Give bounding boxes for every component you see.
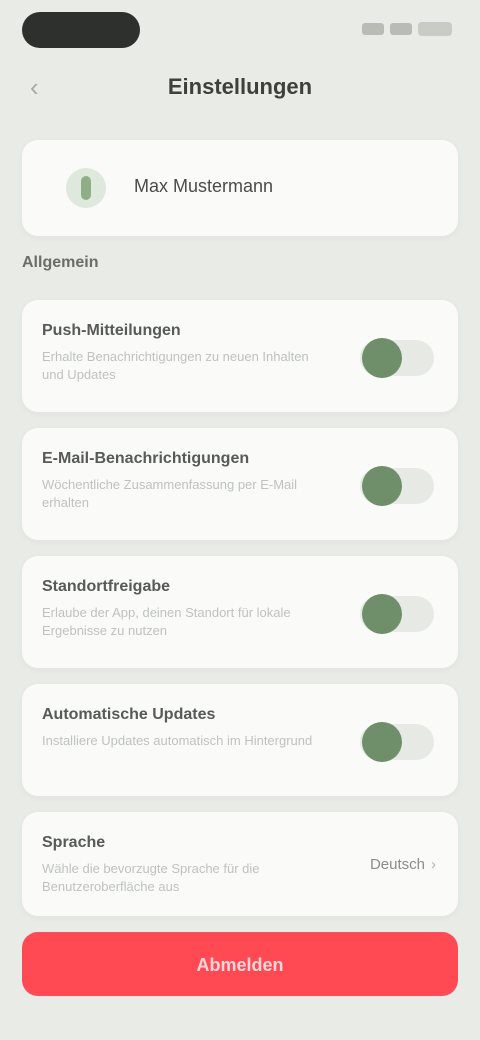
user-card[interactable]: Max Mustermann xyxy=(22,140,458,236)
setting-description: Wöchentliche Zusammenfassung per E-Mail … xyxy=(42,477,298,510)
language-select[interactable]: Deutsch › xyxy=(370,856,436,873)
setting-description: Wähle die bevorzugte Sprache für die Ben… xyxy=(42,861,260,894)
setting-description: Installiere Updates automatisch im Hinte… xyxy=(42,733,313,748)
toggle-knob xyxy=(362,722,402,762)
battery-icon xyxy=(418,22,452,36)
chevron-down-icon: › xyxy=(431,856,436,873)
dynamic-island xyxy=(22,12,140,48)
toggle-knob xyxy=(362,338,402,378)
setting-title: Sprache xyxy=(42,834,106,851)
toggle-knob xyxy=(362,594,402,634)
logout-button[interactable]: Abmelden xyxy=(22,932,458,996)
setting-title: E-Mail-Benachrichtigungen xyxy=(42,450,250,467)
status-bar xyxy=(0,0,480,60)
user-icon xyxy=(66,168,106,208)
updates-toggle[interactable] xyxy=(360,722,434,762)
setting-title: Push-Mitteilungen xyxy=(42,322,181,339)
wifi-icon xyxy=(390,23,412,35)
page-title: Einstellungen xyxy=(167,74,313,99)
setting-updates: Automatische Updates Installiere Updates… xyxy=(22,684,458,796)
push-toggle[interactable] xyxy=(360,338,434,378)
navigation-bar: ‹ Einstellungen xyxy=(0,60,480,116)
location-toggle[interactable] xyxy=(360,594,434,634)
language-value: Deutsch xyxy=(369,856,425,873)
setting-push: Push-Mitteilungen Erhalte Benachrichtigu… xyxy=(22,300,458,412)
setting-email: E-Mail-Benachrichtigungen Wöchentliche Z… xyxy=(22,428,458,540)
setting-location: Standortfreigabe Erlaube der App, deinen… xyxy=(22,556,458,668)
setting-language[interactable]: Sprache Wähle die bevorzugte Sprache für… xyxy=(22,812,458,916)
setting-title: Automatische Updates xyxy=(42,706,216,723)
email-toggle[interactable] xyxy=(360,466,434,506)
setting-description: Erlaube der App, deinen Standort für lok… xyxy=(42,605,291,638)
toggle-knob xyxy=(362,466,402,506)
setting-title: Standortfreigabe xyxy=(42,578,171,595)
signal-icon xyxy=(362,23,384,35)
section-label: Allgemein xyxy=(22,254,99,271)
setting-description: Erhalte Benachrichtigungen zu neuen Inha… xyxy=(42,349,309,382)
user-name: Max Mustermann xyxy=(134,176,274,196)
status-icons xyxy=(362,22,452,36)
